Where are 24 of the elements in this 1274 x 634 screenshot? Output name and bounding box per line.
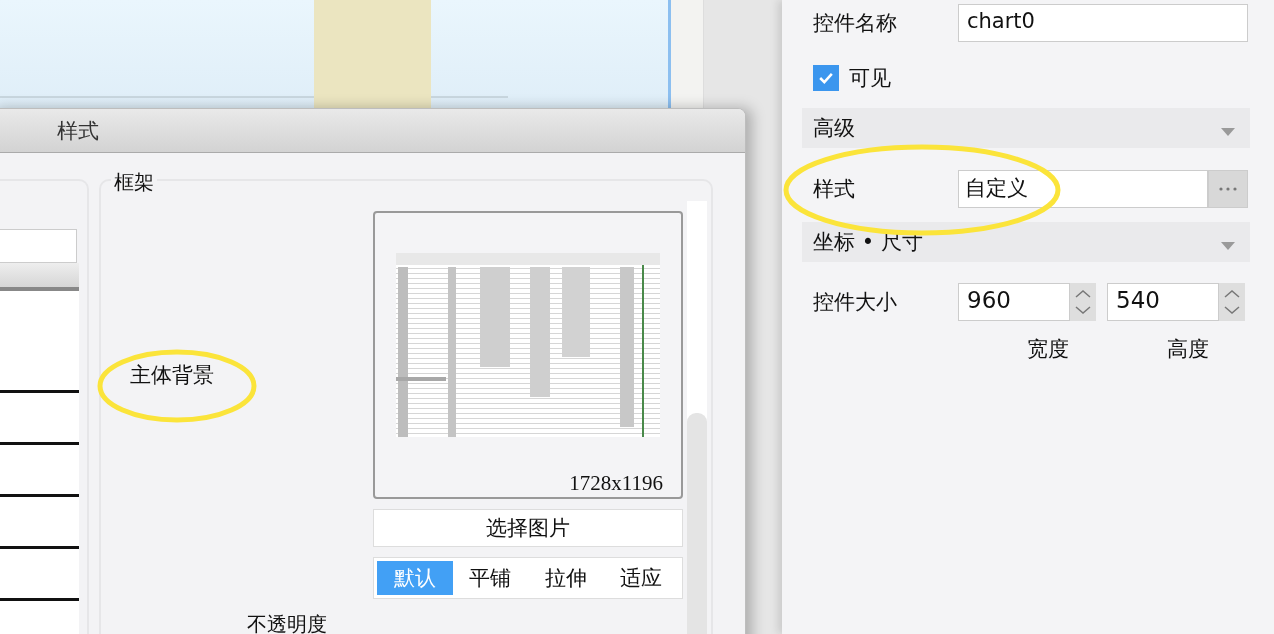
height-caption: 高度 (1167, 336, 1209, 363)
section-header[interactable]: 高级 (802, 108, 1250, 148)
ellipsis-icon (1218, 187, 1238, 191)
field-label: 控件大小 (813, 289, 898, 316)
field-label: 控件名称 (813, 10, 898, 37)
choose-image-button[interactable]: 选择图片 (373, 509, 683, 547)
input-field[interactable] (0, 229, 77, 263)
opacity-label: 不透明度 (247, 611, 327, 634)
checkbox[interactable] (813, 65, 839, 91)
background-label: 主体背景 (130, 362, 214, 389)
stepper-icon[interactable] (1219, 283, 1245, 321)
style-field[interactable]: 自定义 (958, 170, 1208, 208)
dropdown-icon (1220, 241, 1236, 251)
checkbox-label: 可见 (849, 65, 891, 92)
width-field[interactable]: 960 (958, 283, 1070, 321)
dropdown-icon (1220, 127, 1236, 137)
width-caption: 宽度 (1027, 336, 1069, 363)
image-size: 1728x1196 (569, 471, 663, 496)
stepper-icon[interactable] (1070, 283, 1096, 321)
height-field[interactable]: 540 (1107, 283, 1219, 321)
field-label: 样式 (813, 176, 856, 203)
name-field[interactable]: chart0 (958, 4, 1248, 42)
dialog-title: 样式 (57, 117, 99, 145)
scrollbar[interactable] (687, 201, 707, 634)
